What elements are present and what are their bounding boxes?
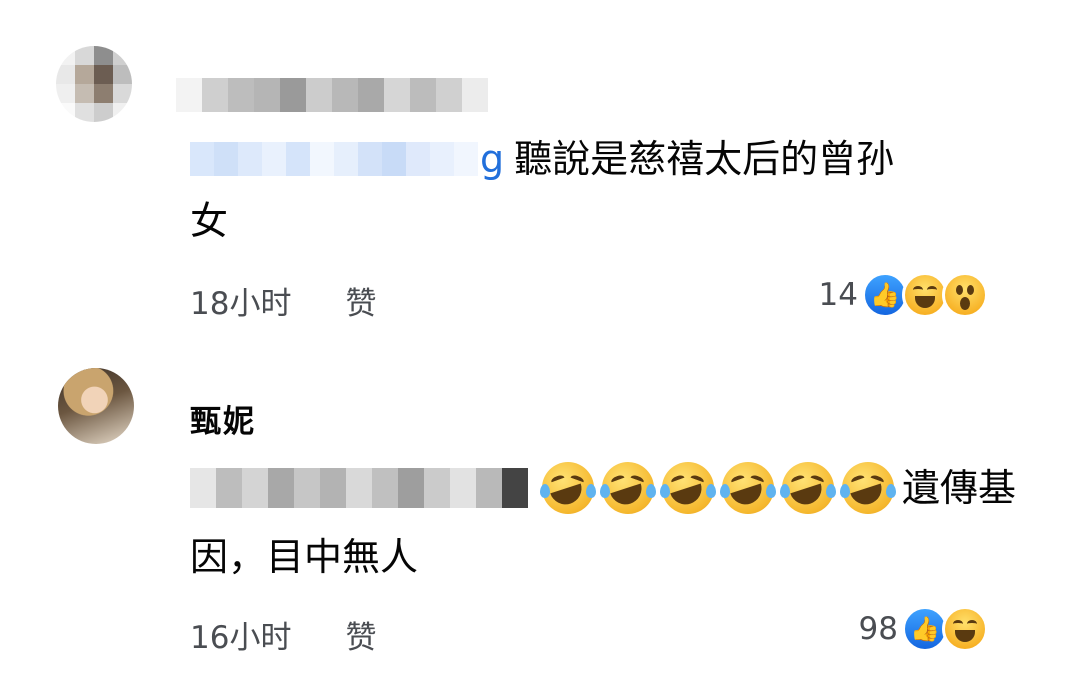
comment-text: 遺傳基 (902, 466, 1017, 510)
rolling-on-floor-laughing-icon (540, 462, 596, 514)
rolling-on-floor-laughing-icon (720, 462, 776, 514)
mention-blurred[interactable] (190, 139, 478, 179)
reaction-count: 98 (858, 611, 898, 647)
like-action-link[interactable]: 赞 (345, 278, 376, 323)
comment-meta: 18小时 赞 (190, 278, 376, 323)
comment-2: 甄妮 遺傳基 因，目中無人 16小时 赞 98 👍 (0, 340, 1082, 688)
comment-text-line2: 女 (190, 196, 228, 246)
reaction-summary[interactable]: 14 👍 (819, 272, 988, 318)
avatar-blurred[interactable] (56, 46, 132, 122)
wow-icon (942, 272, 988, 318)
mention-suffix[interactable]: g (480, 134, 504, 184)
rolling-on-floor-laughing-icon (840, 462, 896, 514)
rolling-on-floor-laughing-icon (780, 462, 836, 514)
comment-text-cont: 女 (190, 199, 229, 243)
comment-text-line1: g 聽說是慈禧太后的曾孙 (190, 134, 894, 184)
rolling-on-floor-laughing-icon (660, 462, 716, 514)
comment-text: 聽說是慈禧太后的曾孙 (514, 137, 895, 181)
comment-text-cont: 因，目中無人 (190, 535, 419, 579)
username-blurred[interactable] (176, 78, 488, 112)
avatar[interactable] (58, 368, 134, 444)
reaction-count: 14 (818, 277, 858, 313)
comment-text-line2: 因，目中無人 (190, 532, 418, 582)
like-action-link[interactable]: 赞 (345, 612, 376, 657)
timestamp[interactable]: 16小时 (190, 612, 291, 657)
comment-1: g 聽說是慈禧太后的曾孙 女 18小时 赞 14 👍 (0, 0, 1082, 340)
rolling-on-floor-laughing-icon (600, 462, 656, 514)
comment-text-line1: 遺傳基 (190, 462, 1016, 514)
reaction-summary[interactable]: 98 👍 (859, 606, 988, 652)
comment-author[interactable]: 甄妮 (190, 396, 256, 441)
haha-icon (942, 606, 988, 652)
comment-meta: 16小时 赞 (190, 612, 376, 657)
timestamp[interactable]: 18小时 (190, 278, 291, 323)
mention-blurred[interactable] (190, 468, 528, 508)
